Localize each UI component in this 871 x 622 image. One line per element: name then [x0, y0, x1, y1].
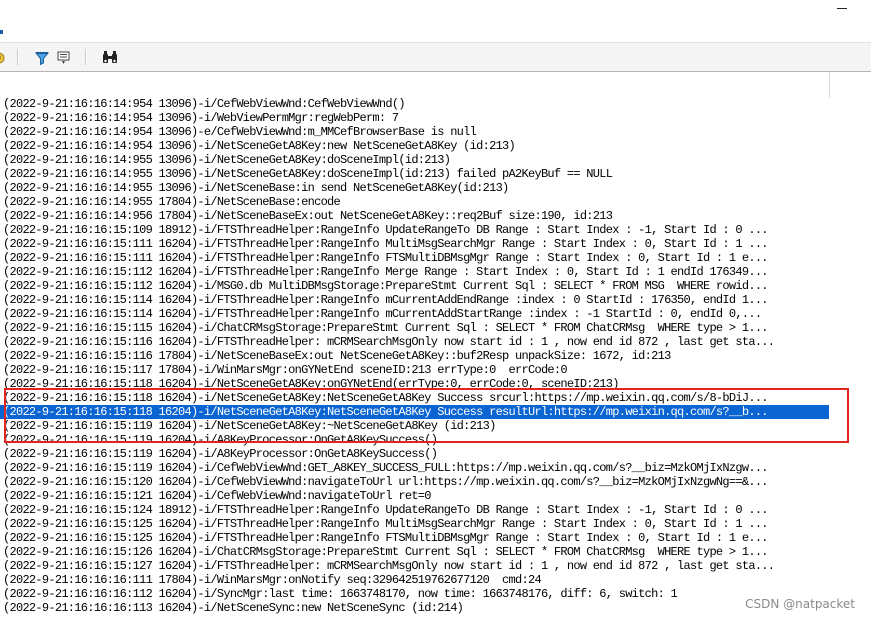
log-line[interactable]: (2022-9-21:16:16:15:125 16204)-i/FTSThre…: [0, 531, 871, 545]
refresh-icon[interactable]: [0, 48, 6, 68]
log-line[interactable]: (2022-9-21:16:16:14:956 17804)-i/NetScen…: [0, 209, 871, 223]
log-line[interactable]: (2022-9-21:16:16:14:954 13096)-i/CefWebV…: [0, 97, 871, 111]
log-line[interactable]: (2022-9-21:16:16:15:119 16204)-i/A8KeyPr…: [0, 447, 871, 461]
log-line[interactable]: (2022-9-21:16:16:15:127 16204)-i/FTSThre…: [0, 559, 871, 573]
minimize-button[interactable]: [832, 0, 856, 20]
log-line[interactable]: (2022-9-21:16:16:15:126 16204)-i/ChatCRM…: [0, 545, 871, 559]
binoculars-icon[interactable]: [101, 48, 119, 68]
toolbar: [0, 42, 871, 72]
log-line[interactable]: (2022-9-21:16:16:15:119 16204)-i/A8KeyPr…: [0, 433, 871, 447]
log-line[interactable]: (2022-9-21:16:16:16:111 17804)-i/WinMars…: [0, 573, 871, 587]
log-line[interactable]: (2022-9-21:16:16:14:954 13096)-i/NetScen…: [0, 139, 871, 153]
log-line[interactable]: (2022-9-21:16:16:14:954 13096)-i/WebView…: [0, 111, 871, 125]
log-line[interactable]: (2022-9-21:16:16:14:955 13096)-i/NetScen…: [0, 153, 871, 167]
log-line[interactable]: (2022-9-21:16:16:15:116 16204)-i/FTSThre…: [0, 335, 871, 349]
log-line[interactable]: (2022-9-21:16:16:15:112 16204)-i/FTSThre…: [0, 265, 871, 279]
log-line[interactable]: (2022-9-21:16:16:15:115 16204)-i/ChatCRM…: [0, 321, 871, 335]
log-line[interactable]: (2022-9-21:16:16:15:112 16204)-i/MSG0.db…: [0, 279, 871, 293]
title-accent-mark: [0, 30, 3, 34]
log-line-selected[interactable]: (2022-9-21:16:16:15:118 16204)-i/NetScen…: [0, 405, 829, 419]
log-line[interactable]: (2022-9-21:16:16:16:112 16204)-i/SyncMgr…: [0, 587, 871, 601]
log-line[interactable]: (2022-9-21:16:16:15:124 18912)-i/FTSThre…: [0, 503, 871, 517]
filter-icon[interactable]: [34, 48, 50, 68]
log-line[interactable]: (2022-9-21:16:16:15:125 16204)-i/FTSThre…: [0, 517, 871, 531]
log-line[interactable]: (2022-9-21:16:16:15:109 18912)-i/FTSThre…: [0, 223, 871, 237]
log-line[interactable]: (2022-9-21:16:16:16:113 16204)-i/NetScen…: [0, 601, 871, 615]
log-line[interactable]: (2022-9-21:16:16:15:118 16204)-i/NetScen…: [0, 377, 871, 391]
log-line[interactable]: (2022-9-21:16:16:14:955 17804)-i/NetScen…: [0, 195, 871, 209]
log-line[interactable]: (2022-9-21:16:16:15:119 16204)-i/NetScen…: [0, 419, 871, 433]
log-line[interactable]: (2022-9-21:16:16:15:111 16204)-i/FTSThre…: [0, 251, 871, 265]
log-line[interactable]: (2022-9-21:16:16:15:120 16204)-i/CefWebV…: [0, 475, 871, 489]
filter-settings-icon[interactable]: [56, 48, 72, 68]
log-line[interactable]: (2022-9-21:16:16:15:118 16204)-i/NetScen…: [0, 391, 871, 405]
log-line[interactable]: (2022-9-21:16:16:14:955 13096)-i/NetScen…: [0, 181, 871, 195]
log-line[interactable]: (2022-9-21:16:16:15:117 17804)-i/WinMars…: [0, 363, 871, 377]
toolbar-separator: [17, 49, 19, 65]
title-bar: [0, 0, 871, 40]
pane-divider: [829, 72, 830, 98]
log-line[interactable]: (2022-9-21:16:16:15:114 16204)-i/FTSThre…: [0, 307, 871, 321]
log-line[interactable]: (2022-9-21:16:16:15:121 16204)-i/CefWebV…: [0, 489, 871, 503]
log-line[interactable]: (2022-9-21:16:16:15:116 17804)-i/NetScen…: [0, 349, 871, 363]
watermark: CSDN @natpacket: [743, 597, 857, 611]
log-line[interactable]: (2022-9-21:16:16:14:955 13096)-i/NetScen…: [0, 167, 871, 181]
log-line[interactable]: (2022-9-21:16:16:15:119 16204)-i/CefWebV…: [0, 461, 871, 475]
log-line[interactable]: (2022-9-21:16:16:15:111 16204)-i/FTSThre…: [0, 237, 871, 251]
log-line[interactable]: (2022-9-21:16:16:15:114 16204)-i/FTSThre…: [0, 293, 871, 307]
log-list: (2022-9-21:16:16:14:954 13096)-i/CefWebV…: [0, 97, 871, 615]
log-line[interactable]: (2022-9-21:16:16:14:954 13096)-e/CefWebV…: [0, 125, 871, 139]
toolbar-separator: [85, 49, 87, 65]
